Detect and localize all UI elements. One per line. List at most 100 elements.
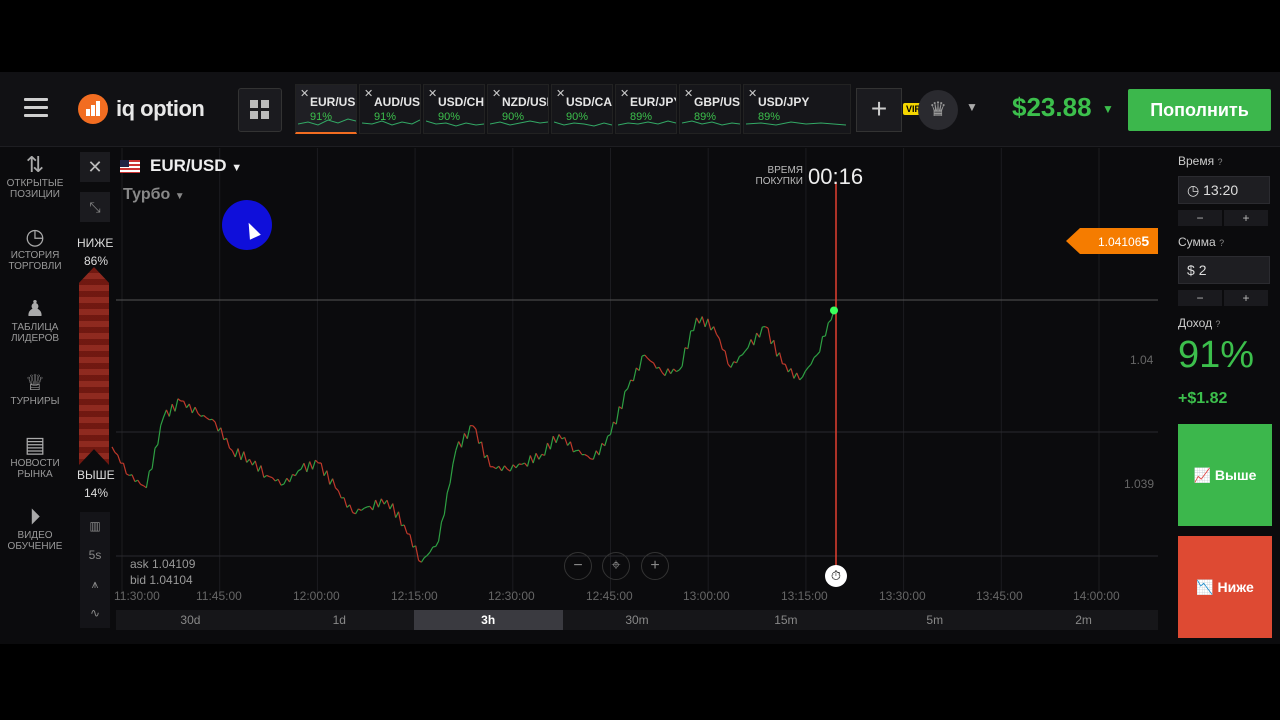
help-icon[interactable]: ? (1215, 319, 1220, 329)
zoom-in-button[interactable]: + (641, 552, 669, 580)
sidebar-item-open-positions[interactable]: ⇅ ОТКРЫТЫЕ ПОЗИЦИИ (0, 152, 70, 200)
price-segment (234, 448, 239, 458)
price-segment (375, 499, 380, 508)
close-icon[interactable]: ✕ (364, 87, 373, 100)
close-icon[interactable]: ✕ (684, 87, 693, 100)
period-button[interactable]: 5m (860, 610, 1009, 630)
time-field[interactable]: ◷ 13:20 (1178, 176, 1270, 204)
asset-tab[interactable]: ✕ USD/JPY 89% (743, 84, 851, 134)
chevron-down-icon[interactable]: ▼ (1102, 102, 1114, 116)
price-segment (455, 441, 460, 451)
collapse-icon[interactable]: ⤡ (80, 192, 110, 222)
put-button[interactable]: 📉 Ниже (1178, 536, 1272, 638)
period-button[interactable]: 30d (116, 610, 265, 630)
add-asset-button[interactable]: + (856, 88, 902, 132)
asset-tab-symbol: NZD/USD (502, 95, 548, 109)
help-icon[interactable]: ? (1219, 238, 1224, 248)
period-button[interactable]: 3h (413, 610, 563, 630)
last-price-point (830, 306, 838, 315)
asset-tab-symbol: EUR/USD (310, 95, 356, 109)
time-minus-button[interactable]: − (1178, 210, 1222, 226)
clock-icon: ◷ (1187, 182, 1200, 198)
close-chart-button[interactable]: ✕ (80, 152, 110, 182)
price-segment (698, 316, 703, 324)
history-icon: ◷ (25, 224, 45, 249)
close-icon[interactable]: ✕ (620, 87, 629, 100)
period-button[interactable]: 30m (563, 610, 712, 630)
price-segment (426, 551, 431, 556)
price-segment (446, 482, 451, 494)
candle-period-button[interactable]: 5s (80, 541, 110, 570)
price-segment (377, 498, 382, 508)
price-segment (294, 470, 299, 477)
period-selector: 30d 1d 3h 30m 15m 5m 2m (116, 610, 1158, 630)
sidebar-item-tournaments[interactable]: ♕ ТУРНИРЫ (0, 370, 70, 407)
close-icon[interactable]: ✕ (428, 87, 437, 100)
asset-tab[interactable]: ✕ USD/CHF 90% (423, 84, 485, 134)
leaderboard-icon: ♟ (25, 296, 45, 321)
price-segment (403, 524, 408, 534)
crown-icon[interactable]: ♛ (918, 90, 958, 130)
chevron-down-icon[interactable]: ▼ (966, 100, 978, 114)
price-segment (420, 557, 425, 563)
account-balance[interactable]: $23.88 (1012, 92, 1092, 123)
news-icon: ▤ (24, 432, 46, 457)
price-segment (647, 358, 652, 362)
drawing-tools-icon[interactable]: ∿ (80, 599, 110, 628)
asset-tab[interactable]: ✕ EUR/JPY 89% (615, 84, 677, 134)
period-button[interactable]: 1d (265, 610, 414, 630)
sentiment-lower-label: НИЖЕ (77, 236, 114, 250)
price-segment (191, 406, 196, 414)
close-icon[interactable]: ✕ (748, 87, 757, 100)
price-segment (309, 461, 314, 470)
close-icon[interactable]: ✕ (492, 87, 501, 100)
price-segment (343, 497, 348, 508)
time-plus-button[interactable]: + (1224, 210, 1268, 226)
grid-layout-button[interactable] (238, 88, 282, 132)
deposit-button[interactable]: Пополнить (1128, 89, 1271, 131)
close-icon[interactable]: ✕ (556, 87, 565, 100)
price-segment (145, 471, 150, 488)
asset-tab[interactable]: ✕ EUR/USD 91% (295, 84, 357, 134)
menu-icon[interactable] (24, 98, 48, 118)
chart-type-icon[interactable]: ▥ (80, 512, 110, 541)
price-segment (678, 365, 683, 371)
sidebar-item-label: ИСТОРИЯ ТОРГОВЛИ (8, 250, 62, 272)
sidebar-item-leaderboard[interactable]: ♟ ТАБЛИЦА ЛИДЕРОВ (0, 296, 70, 344)
price-segment (512, 464, 517, 469)
sidebar-item-trade-history[interactable]: ◷ ИСТОРИЯ ТОРГОВЛИ (0, 224, 70, 272)
center-chart-button[interactable]: ⌖ (602, 552, 630, 580)
price-segment (320, 462, 325, 476)
mode-selector[interactable]: Турбо ▼ (123, 186, 185, 204)
asset-tab[interactable]: ✕ USD/CAD 90% (551, 84, 613, 134)
price-segment (366, 505, 370, 508)
chevron-down-icon: ▼ (174, 191, 185, 202)
asset-selector[interactable]: EUR/USD ▼ (120, 156, 242, 176)
price-segment (151, 448, 156, 469)
asset-tab[interactable]: ✕ NZD/USD 90% (487, 84, 549, 134)
y-tick-label: 1.04 (1130, 353, 1154, 367)
zoom-out-button[interactable]: − (564, 552, 592, 580)
price-segment (171, 403, 176, 412)
price-segment (237, 448, 242, 461)
call-button[interactable]: 📈 Выше (1178, 424, 1272, 526)
amount-minus-button[interactable]: − (1178, 290, 1222, 306)
price-segment (226, 438, 231, 449)
amount-plus-button[interactable]: + (1224, 290, 1268, 306)
sidebar-item-video[interactable]: ⏵ ВИДЕО ОБУЧЕНИЕ (0, 504, 70, 552)
help-icon[interactable]: ? (1217, 157, 1222, 167)
close-icon[interactable]: ✕ (300, 87, 309, 100)
price-segment (335, 487, 339, 492)
indicators-icon[interactable]: ⩚ (80, 570, 110, 599)
logo-icon (78, 94, 108, 124)
price-segment (569, 441, 574, 453)
period-button[interactable]: 2m (1009, 610, 1158, 630)
asset-tab[interactable]: ✕ AUD/USD 91% (359, 84, 421, 134)
amount-field[interactable]: $ 2 (1178, 256, 1270, 284)
asset-tab[interactable]: ✕ GBP/USD 89% (679, 84, 741, 134)
price-segment (529, 455, 534, 464)
price-segment (673, 368, 677, 373)
sidebar-item-news[interactable]: ▤ НОВОСТИ РЫНКА (0, 432, 70, 480)
flag-icon (120, 160, 140, 174)
period-button[interactable]: 15m (711, 610, 860, 630)
